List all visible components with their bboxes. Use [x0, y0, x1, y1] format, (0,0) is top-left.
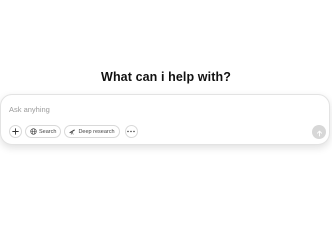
- more-dots-icon: [127, 130, 135, 133]
- more-options-button[interactable]: [124, 125, 138, 138]
- prompt-input[interactable]: [9, 102, 309, 116]
- prompt-composer: Search Deep research: [0, 94, 330, 145]
- arrow-up-icon: [316, 125, 323, 140]
- search-button[interactable]: Search: [25, 125, 62, 138]
- send-button[interactable]: [312, 125, 326, 139]
- page-headline: What can i help with?: [101, 70, 231, 84]
- deep-research-button[interactable]: Deep research: [64, 125, 120, 138]
- search-button-label: Search: [39, 128, 57, 135]
- deep-research-button-label: Deep research: [78, 128, 115, 135]
- telescope-icon: [69, 128, 76, 135]
- composer-toolbar: Search Deep research: [9, 125, 138, 138]
- add-button[interactable]: [9, 125, 22, 138]
- globe-icon: [30, 128, 37, 135]
- plus-icon: [12, 128, 19, 135]
